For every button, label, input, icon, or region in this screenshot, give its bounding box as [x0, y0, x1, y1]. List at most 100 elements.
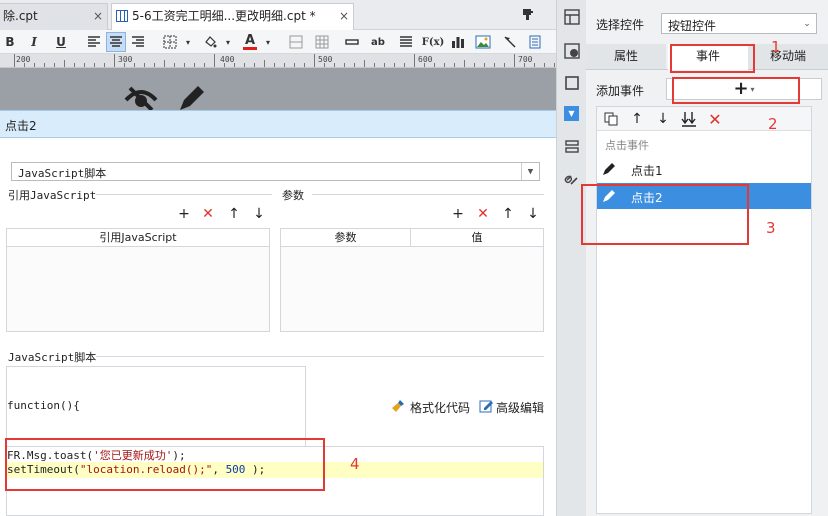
ruler-tick — [254, 63, 255, 67]
ruler-tick — [444, 63, 445, 67]
ruler-tick — [374, 63, 375, 67]
annotation-box-4 — [5, 438, 325, 491]
border-icon[interactable] — [160, 32, 180, 52]
close-icon[interactable]: × — [93, 4, 103, 28]
advanced-edit-button[interactable]: 高级编辑 — [496, 399, 544, 416]
delete-icon[interactable]: ✕ — [707, 110, 723, 129]
widget-icon[interactable] — [525, 32, 545, 52]
stack-icon[interactable] — [563, 138, 581, 156]
edit-icon[interactable] — [478, 398, 494, 414]
event-list-panel: ↑ ↓ ✕ 点击事件 点击1 点击2 — [596, 106, 812, 514]
ruler-tick — [214, 54, 215, 67]
params-table[interactable]: 参数 值 — [280, 228, 544, 332]
info-icon[interactable] — [563, 42, 581, 60]
ruler-tick — [204, 63, 205, 67]
chevron-down-icon[interactable]: ▾ — [218, 32, 238, 52]
group-divider — [96, 356, 544, 357]
group-divider — [96, 194, 272, 195]
link-icon[interactable] — [563, 170, 581, 188]
js-script-legend: JavaScript脚本 — [8, 351, 97, 364]
ruler-tick — [404, 63, 405, 67]
widget-select[interactable]: 按钮控件 ⌄ — [661, 13, 817, 34]
script-type-select[interactable]: JavaScript脚本 ▼ — [11, 162, 540, 181]
ref-js-table[interactable]: 引用JavaScript — [6, 228, 270, 332]
align-left-icon[interactable] — [84, 32, 104, 52]
frame-icon[interactable] — [563, 74, 581, 92]
chevron-down-icon[interactable]: ▾ — [258, 32, 278, 52]
ruler-tick — [114, 54, 115, 67]
underline-button[interactable]: U — [51, 32, 71, 52]
merge-cells-icon[interactable] — [286, 32, 306, 52]
ruler-tick — [474, 63, 475, 67]
ruler-tick — [384, 63, 385, 67]
dropdown-icon[interactable]: ▼ — [564, 106, 579, 121]
ruler-label: 400 — [220, 55, 235, 64]
arrow-up-icon[interactable]: ↑ — [500, 206, 516, 222]
delete-icon[interactable]: ✕ — [200, 206, 216, 222]
add-icon[interactable]: + — [450, 206, 466, 222]
ruler-tick — [164, 60, 165, 67]
slash-icon[interactable] — [500, 32, 520, 52]
tab-label: 5-6工资完工明细...更改明细.cpt * — [132, 9, 316, 23]
italic-button[interactable]: I — [24, 32, 44, 52]
annotation-box-3 — [581, 184, 749, 245]
ruler-label: 300 — [118, 55, 133, 64]
move-bottom-icon[interactable] — [681, 111, 697, 127]
format-code-button[interactable]: 格式化代码 — [410, 399, 470, 416]
arrow-down-icon[interactable]: ↓ — [655, 111, 671, 127]
split-cells-icon[interactable] — [312, 32, 332, 52]
copy-icon[interactable] — [603, 111, 619, 127]
event-item-label: 点击1 — [631, 164, 663, 178]
tab-mobile[interactable]: 移动端 — [748, 44, 828, 69]
design-canvas[interactable] — [0, 68, 556, 110]
tab-file-2[interactable]: 5-6工资完工明细...更改明细.cpt * × — [111, 3, 354, 30]
ruler-tick — [224, 63, 225, 67]
image-icon[interactable] — [473, 32, 493, 52]
ruler-tick — [54, 63, 55, 67]
ruler-tick — [534, 63, 535, 67]
ruler-tick — [424, 63, 425, 67]
ruler-tick — [34, 63, 35, 67]
add-icon[interactable]: + — [176, 206, 192, 222]
arrow-down-icon[interactable]: ↓ — [251, 206, 267, 222]
ruler-tick — [354, 63, 355, 67]
ruler-tick — [544, 63, 545, 67]
wrap-text-icon[interactable] — [396, 32, 416, 52]
bold-button[interactable]: B — [0, 32, 20, 52]
arrow-up-icon[interactable]: ↑ — [226, 206, 242, 222]
close-icon[interactable]: × — [339, 4, 349, 28]
ruler-tick — [484, 63, 485, 67]
tab-file-1[interactable]: 除.cpt × — [0, 3, 108, 30]
delete-icon[interactable]: ✕ — [475, 206, 491, 222]
layout-icon[interactable] — [563, 8, 581, 26]
params-legend: 参数 — [282, 189, 304, 202]
font-color-icon[interactable]: A — [240, 32, 260, 52]
event-item[interactable]: 点击1 — [597, 156, 811, 182]
ruler-tick — [124, 63, 125, 67]
annotation-number-2: 2 — [768, 115, 778, 133]
text-button[interactable]: ab — [368, 32, 388, 52]
insert-row-icon[interactable] — [342, 32, 362, 52]
ruler-tick — [364, 60, 365, 67]
ruler-tick — [284, 63, 285, 67]
ref-js-column-header: 引用JavaScript — [7, 229, 269, 247]
document-tab-bar: 除.cpt × 5-6工资完工明细...更改明细.cpt * × — [0, 0, 556, 30]
ruler-tick — [494, 63, 495, 67]
formula-button[interactable]: F(x) — [420, 32, 446, 52]
ruler-tick — [84, 63, 85, 67]
ruler-tick — [194, 63, 195, 67]
paint-format-icon[interactable] — [520, 6, 536, 22]
broom-icon[interactable] — [390, 398, 406, 414]
annotation-number-3: 3 — [766, 219, 776, 237]
ruler-tick — [434, 63, 435, 67]
align-center-icon[interactable] — [106, 32, 126, 52]
arrow-down-icon[interactable]: ↓ — [525, 206, 541, 222]
align-right-icon[interactable] — [128, 32, 148, 52]
tab-properties[interactable]: 属性 — [586, 44, 666, 69]
chevron-down-icon[interactable]: ▾ — [178, 32, 198, 52]
chart-icon[interactable] — [448, 32, 468, 52]
ruler-tick — [184, 63, 185, 67]
ruler-tick — [264, 60, 265, 67]
arrow-up-icon[interactable]: ↑ — [629, 111, 645, 127]
fill-color-icon[interactable] — [200, 32, 220, 52]
